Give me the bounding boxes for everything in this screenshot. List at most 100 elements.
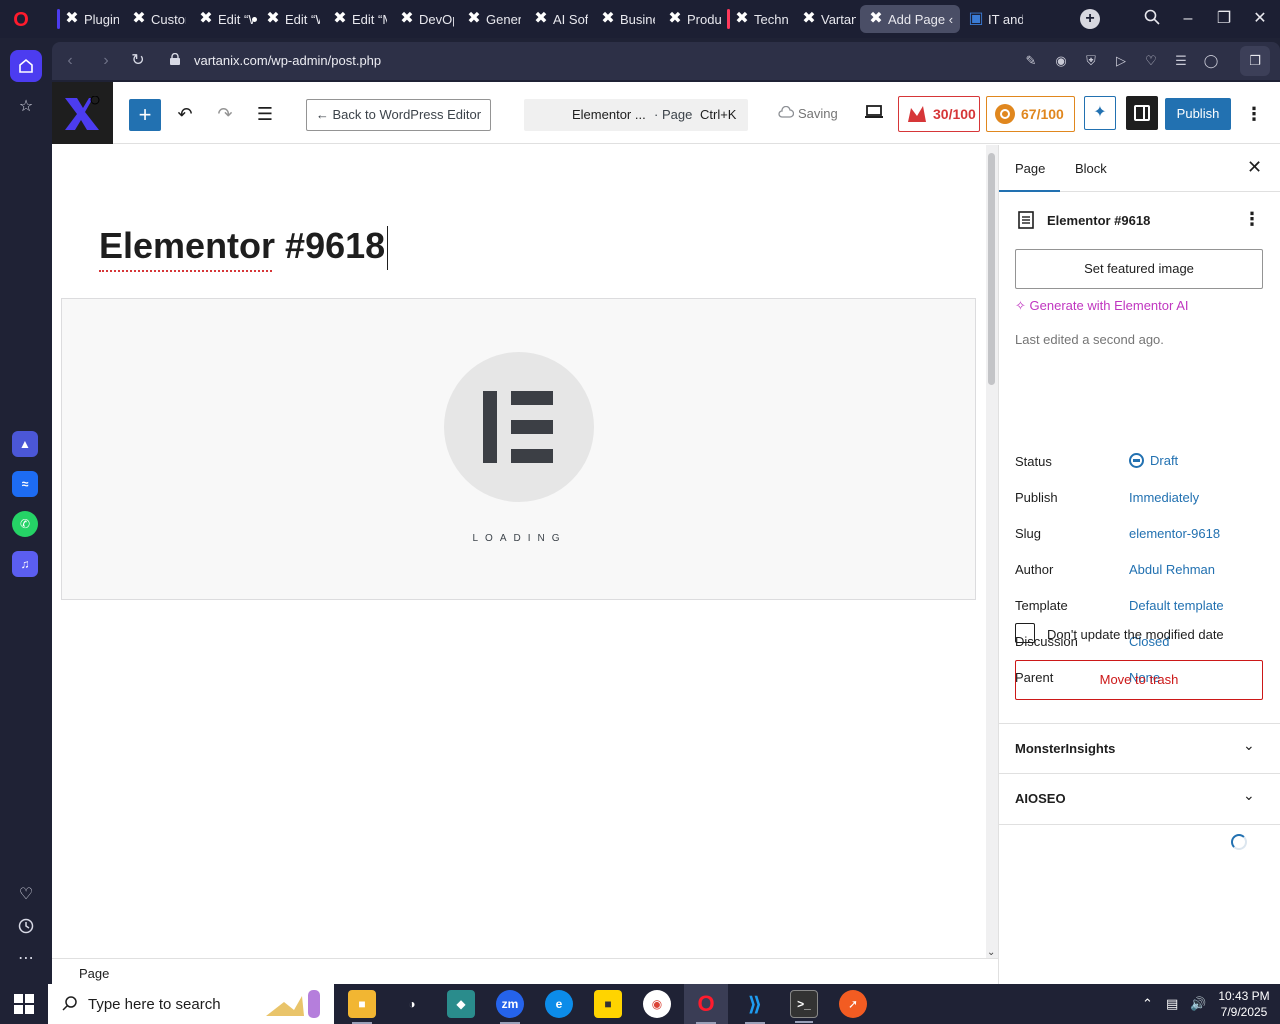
whatsapp-icon[interactable]: ✆ [12,511,38,537]
scrollbar-thumb[interactable] [988,153,995,385]
aria-ai-icon[interactable]: ▲ [12,431,38,457]
file-explorer-icon[interactable]: ■ [348,990,376,1024]
browser-tab[interactable]: ✖ Genera [458,5,525,33]
more-options-icon[interactable]: ⋯ [10,942,42,974]
maximize-icon[interactable]: ❐ [1214,9,1234,29]
set-featured-image-button[interactable]: Set featured image [1015,249,1263,289]
opera-logo-icon[interactable]: O [10,9,32,31]
postman-icon[interactable]: ➚ [839,990,867,1018]
terminal-icon[interactable]: >_ [790,990,818,1023]
browser-tab[interactable]: ✖ Busine [592,5,659,33]
browser-tab[interactable]: ✖ AI Soft [525,5,592,33]
panel-monsterinsights[interactable]: MonsterInsights ⌄ [999,723,1280,773]
command-shortcut: Ctrl+K [700,107,737,122]
seo-score-button[interactable]: 30/100 [898,96,980,132]
minimize-icon[interactable]: – [1178,9,1198,29]
music-player-icon[interactable]: ♫ [12,551,38,577]
heart-icon[interactable]: ♡ [10,878,42,910]
browser-tab[interactable]: ✖ Add Page ‹ V [860,5,960,33]
browser-tab[interactable]: ✖ Vartani [793,5,860,33]
settings-toggle-icon[interactable] [1126,96,1158,130]
dont-update-modified-checkbox[interactable] [1015,623,1035,643]
extensions-icon[interactable]: ❐ [1240,46,1270,76]
generate-with-elementor-ai-link[interactable]: ✧ Generate with Elementor AI [1015,298,1189,314]
browser-tab[interactable]: ▣ IT and [960,5,1027,33]
readability-score-value: 67/100 [1021,106,1064,122]
page-icon [1017,211,1035,229]
heart-icon[interactable]: ♡ [1142,52,1160,70]
browser-tab[interactable]: ✖ DevOp [391,5,458,33]
document-overview-icon[interactable]: ☰ [253,102,277,126]
messenger-icon[interactable]: ≈ [12,471,38,497]
star-icon[interactable]: ☆ [10,90,42,122]
spellcheck-underline [99,268,272,273]
panel-label: AIOSEO [1015,791,1066,806]
readability-score-button[interactable]: 67/100 [986,96,1075,132]
easy-setup-icon[interactable]: ☰ [1172,52,1190,70]
ai-assistant-icon[interactable]: ✦ [1084,96,1116,130]
browser-tab[interactable]: ✖ Plugins [56,5,123,33]
canvas-scrollbar[interactable]: ⌄ [986,145,998,958]
new-tab-icon[interactable]: + [1080,9,1100,29]
shield-icon[interactable]: ⛨ [1082,52,1100,70]
breadcrumb-item[interactable]: Page [79,966,109,981]
clock[interactable]: 10:43 PM 7/9/2025 [1216,988,1272,1020]
scroll-down-icon[interactable]: ⌄ [987,947,995,958]
undo-icon[interactable]: ↶ [173,102,197,126]
home-icon[interactable] [10,50,42,82]
app-diamond-icon[interactable]: ◆ [447,990,475,1018]
tab-block[interactable]: Block [1075,161,1107,176]
close-window-icon[interactable]: ✕ [1250,9,1270,29]
move-to-trash-button[interactable]: Move to trash [1015,660,1263,700]
browser-tab[interactable]: ✖ Edit “W [257,5,324,33]
chrome-icon[interactable]: ◉ [643,990,671,1018]
setting-value-button[interactable]: Draft [1129,453,1178,468]
command-palette-button[interactable]: Elementor ... · Page Ctrl+K [524,99,748,131]
back-to-wordpress-editor-button[interactable]: ← Back to WordPress Editor [306,99,491,131]
url-field[interactable]: vartanix.com/wp-admin/post.php [194,53,381,68]
network-icon[interactable]: ▤ [1166,996,1178,1012]
sticky-notes-icon[interactable]: ■ [594,990,622,1018]
history-icon[interactable] [10,910,42,942]
vscode-icon[interactable]: ⟫ [741,990,769,1024]
taskbar-search-input[interactable]: Type here to search [48,984,334,1024]
document-actions-icon[interactable]: ⋮ [1243,209,1261,230]
setting-value-button[interactable]: Abdul Rehman [1129,562,1215,577]
paint-icon[interactable]: ◑ [398,990,426,1018]
reload-icon[interactable]: ↻ [128,51,148,71]
clock-time: 10:43 PM [1218,989,1270,1003]
site-logo-icon[interactable] [52,82,113,144]
setting-value-button[interactable]: Immediately [1129,490,1199,505]
browser-tab[interactable]: ✖ Custom [123,5,190,33]
setting-value-button[interactable]: Default template [1129,598,1224,613]
back-icon[interactable]: ‹ [60,51,80,71]
publish-button[interactable]: Publish [1165,98,1231,130]
browser-tab[interactable]: ✖ Edit “M [324,5,391,33]
forward-icon[interactable]: › [96,51,116,71]
browser-tab[interactable]: ✖ Produc [659,5,726,33]
edit-icon[interactable]: ✎ [1022,52,1040,70]
panel-aioseo[interactable]: AIOSEO ⌄ [999,773,1280,825]
preview-device-icon[interactable] [864,104,884,124]
volume-icon[interactable]: 🔊 [1190,996,1206,1012]
edge-icon[interactable]: e [545,990,573,1018]
send-icon[interactable]: ▷ [1112,52,1130,70]
browser-tab[interactable]: ✖ Edit “W [190,5,257,33]
options-menu-icon[interactable]: ⋮ [1244,102,1264,126]
lock-icon[interactable] [170,52,180,65]
search-icon [62,995,78,1016]
tab-page[interactable]: Page [998,161,1061,192]
search-tabs-icon[interactable] [1142,9,1162,29]
camera-icon[interactable]: ◉ [1052,52,1070,70]
redo-icon[interactable]: ↷ [213,102,237,126]
browser-tab[interactable]: ✖ Techno [726,5,793,33]
zoom-icon[interactable]: zm [496,990,524,1024]
windows-start-icon[interactable] [14,994,34,1014]
add-block-button[interactable]: + [129,99,161,131]
close-icon[interactable]: ✕ [1247,157,1262,178]
post-title-input[interactable]: Elementor #9618 [99,225,389,273]
show-hidden-icons-icon[interactable]: ⌃ [1142,996,1153,1012]
profile-icon[interactable]: ◯ [1202,52,1220,70]
setting-value-button[interactable]: elementor-9618 [1129,526,1220,541]
opera-icon[interactable]: O [692,990,720,1024]
